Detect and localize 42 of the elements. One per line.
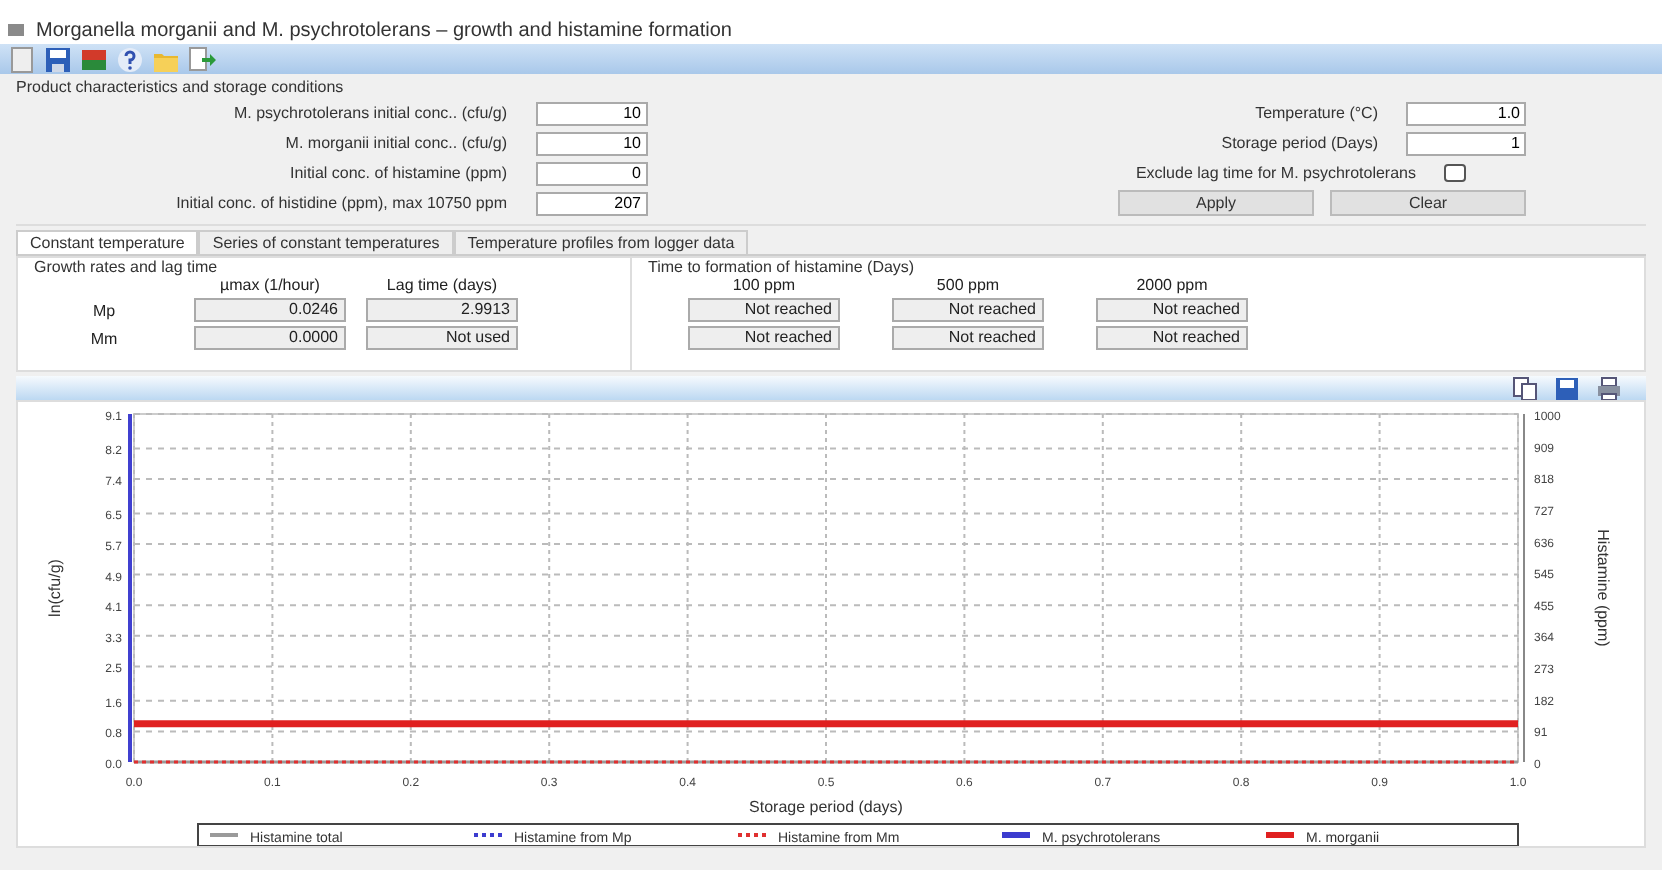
- window-title: Morganella morganii and M. psychrotolerans – growth and histamine formation: [36, 19, 732, 41]
- field-label: Temperature (°C): [1253, 104, 1378, 122]
- tab[interactable]: Series of constant temperatures: [198, 230, 454, 254]
- field-label: Initial conc. of histidine (ppm), max 10750 ppm: [174, 194, 507, 212]
- field-label: Storage period (Days): [1219, 134, 1378, 152]
- column-header: 2000 ppm: [1134, 276, 1210, 294]
- row-label: Mm: [88, 329, 120, 347]
- tab[interactable]: Temperature profiles from logger data: [453, 230, 749, 254]
- field-label: Initial conc. of histamine (ppm): [288, 164, 507, 182]
- readonly-field: Not reached: [892, 298, 1044, 322]
- input-field[interactable]: 1.0: [1406, 101, 1526, 125]
- input-field[interactable]: 10: [535, 101, 647, 125]
- readonly-field: Not reached: [1096, 298, 1248, 322]
- column-header: 500 ppm: [934, 276, 1002, 294]
- readonly-field: Not reached: [688, 326, 840, 350]
- group-title: Time to formation of histamine (Days): [648, 258, 917, 276]
- readonly-field: 2.9913: [366, 298, 518, 322]
- readonly-field: Not reached: [1096, 326, 1248, 350]
- readonly-field: 0.0000: [194, 326, 346, 350]
- readonly-field: Not reached: [892, 326, 1044, 350]
- readonly-field: Not reached: [688, 298, 840, 322]
- input-field[interactable]: 10: [535, 131, 647, 155]
- row-label: Mp: [90, 301, 118, 319]
- axis-title: Storage period (days): [749, 798, 903, 816]
- axis-title: ln(cfu/g): [46, 559, 64, 617]
- input-field[interactable]: 0: [535, 161, 647, 185]
- button[interactable]: Apply: [1118, 190, 1314, 216]
- field-label: M. morganii initial conc.. (cfu/g): [283, 134, 507, 152]
- field-label: M. psychrotolerans initial conc.. (cfu/g): [232, 104, 507, 122]
- group-title: Growth rates and lag time: [34, 258, 220, 276]
- button[interactable]: Clear: [1330, 190, 1526, 216]
- axis-title: Histamine (ppm): [1594, 529, 1612, 647]
- column-header: Lag time (days): [384, 276, 500, 294]
- group-title: Product characteristics and storage conditions: [16, 76, 346, 100]
- input-field[interactable]: 1: [1406, 131, 1526, 155]
- readonly-field: 0.0246: [194, 298, 346, 322]
- tab[interactable]: Constant temperature: [16, 230, 199, 254]
- readonly-field: Not used: [366, 326, 518, 350]
- column-header: µmax (1/hour): [218, 276, 322, 294]
- column-header: 100 ppm: [730, 276, 798, 294]
- input-field[interactable]: 207: [535, 191, 647, 215]
- checkbox-label: Exclude lag time for M. psychrotolerans: [1133, 164, 1416, 182]
